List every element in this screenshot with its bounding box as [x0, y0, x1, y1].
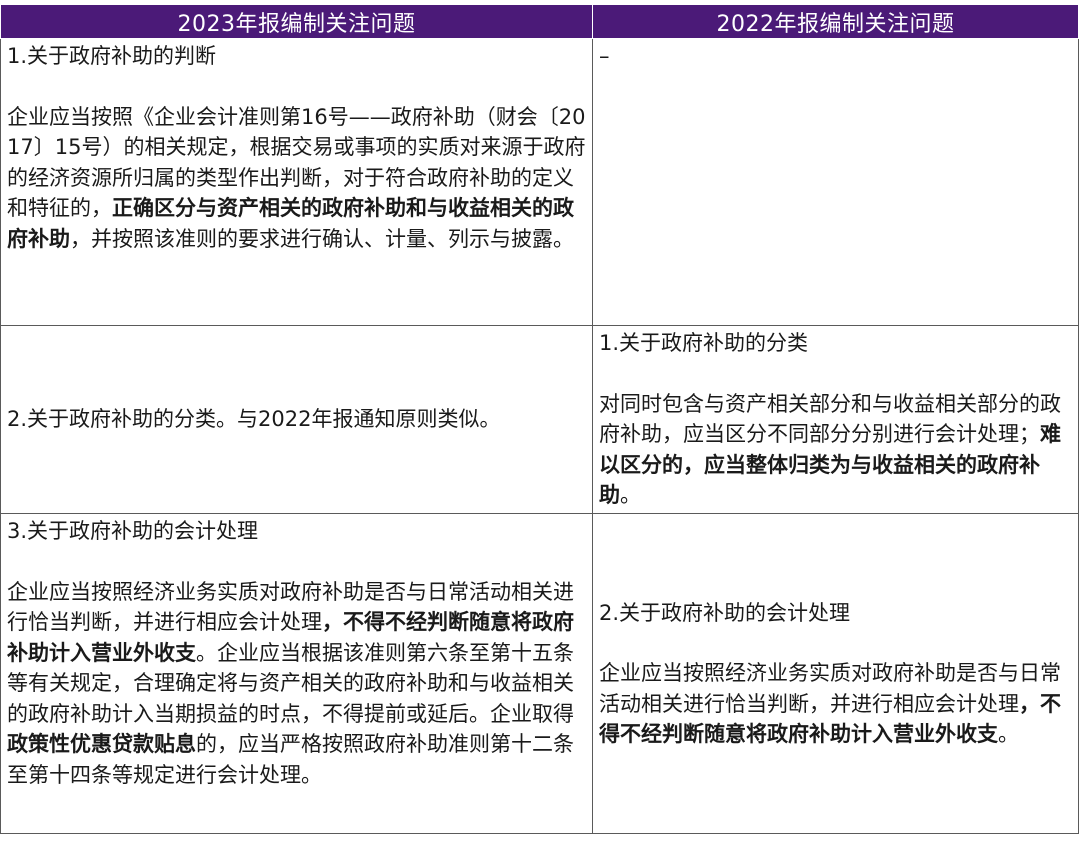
header-2023: 2023年报编制关注问题: [0, 4, 593, 39]
section-body: 企业应当按照《企业会计准则第16号——政府补助（财会〔2017〕15号）的相关规…: [7, 102, 588, 255]
dash-text: –: [599, 44, 610, 68]
section-title: 2.关于政府补助的分类。与2022年报通知原则类似。: [7, 407, 501, 432]
cell-2022-classification: 1.关于政府补助的分类 对同时包含与资产相关部分和与收益相关部分的政府补助，应当…: [592, 325, 1079, 514]
body-text: ，并按照该准则的要求进行确认、计量、列示与披露。: [70, 226, 574, 251]
cell-2023-judgment: 1.关于政府补助的判断 企业应当按照《企业会计准则第16号——政府补助（财会〔2…: [0, 38, 593, 326]
section-title: 3.关于政府补助的会计处理: [7, 519, 259, 543]
body-bold-text: 政策性优惠贷款贴息: [7, 732, 196, 756]
section-body: 企业应当按照经济业务实质对政府补助是否与日常活动相关进行恰当判断，并进行相应会计…: [7, 577, 588, 791]
body-text: 对同时包含与资产相关部分和与收益相关部分的政府补助，应当区分不同部分分别进行会计…: [599, 391, 1061, 447]
body-text: 企业应当按照经济业务实质对政府补助是否与日常活动相关进行恰当判断，并进行相应会计…: [599, 661, 1061, 716]
cell-2023-classification: 2.关于政府补助的分类。与2022年报通知原则类似。: [0, 325, 593, 514]
body-text: 。: [998, 722, 1019, 746]
section-body: 对同时包含与资产相关部分和与收益相关部分的政府补助，应当区分不同部分分别进行会计…: [599, 389, 1074, 511]
comparison-table-wrapper: 2023年报编制关注问题 2022年报编制关注问题 1.关于政府补助的判断 企业…: [0, 4, 1079, 834]
cell-2022-accounting: 2.关于政府补助的会计处理 企业应当按照经济业务实质对政府补助是否与日常活动相关…: [592, 513, 1079, 834]
section-title: 1.关于政府补助的判断: [7, 44, 217, 68]
table-row: 1.关于政府补助的判断 企业应当按照《企业会计准则第16号——政府补助（财会〔2…: [0, 38, 1079, 326]
section-title: 2.关于政府补助的会计处理: [599, 600, 851, 625]
cell-2022-empty: –: [592, 38, 1079, 326]
section-body: 企业应当按照经济业务实质对政府补助是否与日常活动相关进行恰当判断，并进行相应会计…: [599, 658, 1074, 750]
table-row: 3.关于政府补助的会计处理 企业应当按照经济业务实质对政府补助是否与日常活动相关…: [0, 513, 1079, 834]
section-title: 1.关于政府补助的分类: [599, 331, 809, 355]
table-row: 2.关于政府补助的分类。与2022年报通知原则类似。 1.关于政府补助的分类 对…: [0, 325, 1079, 514]
header-2022: 2022年报编制关注问题: [592, 4, 1079, 39]
comparison-table: 2023年报编制关注问题 2022年报编制关注问题 1.关于政府补助的判断 企业…: [0, 4, 1079, 834]
cell-2023-accounting: 3.关于政府补助的会计处理 企业应当按照经济业务实质对政府补助是否与日常活动相关…: [0, 513, 593, 834]
header-row: 2023年报编制关注问题 2022年报编制关注问题: [0, 4, 1079, 39]
body-text: 。: [620, 483, 641, 507]
